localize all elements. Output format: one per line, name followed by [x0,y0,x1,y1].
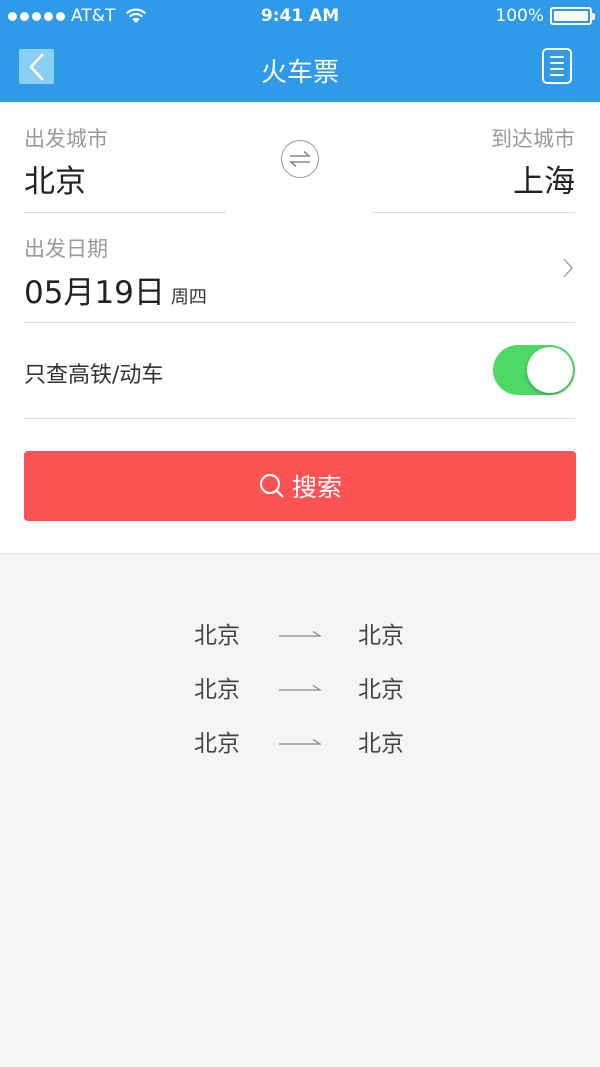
orders-button[interactable] [542,48,572,84]
arrival-city-label: 到达城市 [491,127,575,151]
weekday-text: 周四 [170,287,207,308]
highspeed-only-toggle[interactable] [493,345,575,395]
departure-date-field[interactable]: 出发日期 05月19日 周四 [24,213,575,323]
search-button[interactable]: 搜索 [24,451,576,521]
battery-icon [550,7,595,25]
search-button-label: 搜索 [291,473,342,502]
search-icon [259,474,284,498]
history-to: 北京 [358,731,404,757]
history-from: 北京 [194,731,240,757]
battery-percent: 100% [495,6,544,26]
departure-city-field[interactable]: 出发城市 北京 [24,102,226,213]
history-to: 北京 [358,677,404,703]
list-icon [550,56,564,58]
highspeed-only-label: 只查高铁/动车 [24,363,164,388]
page-title: 火车票 [260,58,339,88]
toggle-knob [527,347,573,393]
departure-city-label: 出发城市 [24,127,108,151]
arrival-city-value: 上海 [513,164,575,200]
chevron-right-icon [563,258,574,278]
arrival-city-field[interactable]: 到达城市 上海 [373,102,575,213]
arrow-right-icon [279,684,321,691]
swap-cities-button[interactable] [281,140,319,178]
history-from: 北京 [194,623,240,649]
arrow-right-icon [279,738,321,745]
date-text: 05月19日 [24,275,165,311]
swap-icon [288,150,312,168]
departure-city-value: 北京 [24,164,86,200]
highspeed-only-row: 只查高铁/动车 [24,323,575,419]
history-item[interactable]: 北京 北京 [0,670,600,704]
history-item[interactable]: 北京 北京 [0,724,600,758]
status-bar: AT&T 9:41 AM 100% [0,0,600,34]
header: AT&T 9:41 AM 100% 火车票 [0,0,600,102]
history-to: 北京 [358,623,404,649]
departure-date-value: 05月19日 周四 [24,267,207,312]
status-right: 100% [495,6,595,26]
departure-date-label: 出发日期 [24,237,108,261]
ticket-search-form: 出发城市 北京 到达城市 上海 出发日期 05月19日 周四 只查高铁/动车 搜索 [0,102,600,554]
history-from: 北京 [194,677,240,703]
history-item[interactable]: 北京 北京 [0,616,600,650]
arrow-right-icon [279,630,321,637]
